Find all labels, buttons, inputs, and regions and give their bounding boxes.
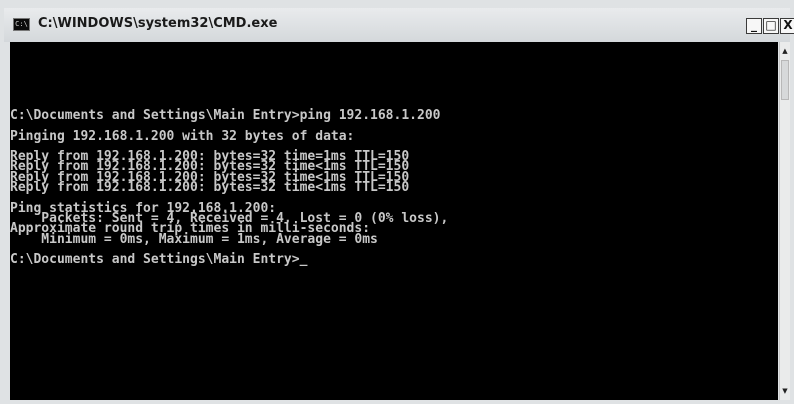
- maximize-button[interactable]: □: [763, 18, 779, 34]
- console-area[interactable]: C:\Documents and Settings\Main Entry>pin…: [10, 42, 778, 400]
- cmd-window: C:\ C:\WINDOWS\system32\CMD.exe _ □ X C:…: [0, 0, 794, 404]
- scroll-up-icon[interactable]: ▲: [780, 46, 790, 56]
- console-text: C:\Documents and Settings\Main Entry>pin…: [10, 108, 449, 268]
- scroll-thumb[interactable]: [781, 60, 789, 100]
- text-cursor: _: [299, 252, 308, 268]
- minimize-button[interactable]: _: [746, 18, 762, 34]
- window-title: C:\WINDOWS\system32\CMD.exe: [38, 16, 278, 31]
- scroll-down-icon[interactable]: ▼: [780, 386, 790, 396]
- console-output: C:\Documents and Settings\Main Entry>pin…: [10, 108, 449, 268]
- close-button[interactable]: X: [780, 18, 794, 34]
- console-icon[interactable]: C:\: [13, 18, 30, 31]
- vertical-scrollbar[interactable]: ▲ ▼: [779, 42, 790, 400]
- title-bar[interactable]: C:\ C:\WINDOWS\system32\CMD.exe _ □ X: [4, 8, 794, 42]
